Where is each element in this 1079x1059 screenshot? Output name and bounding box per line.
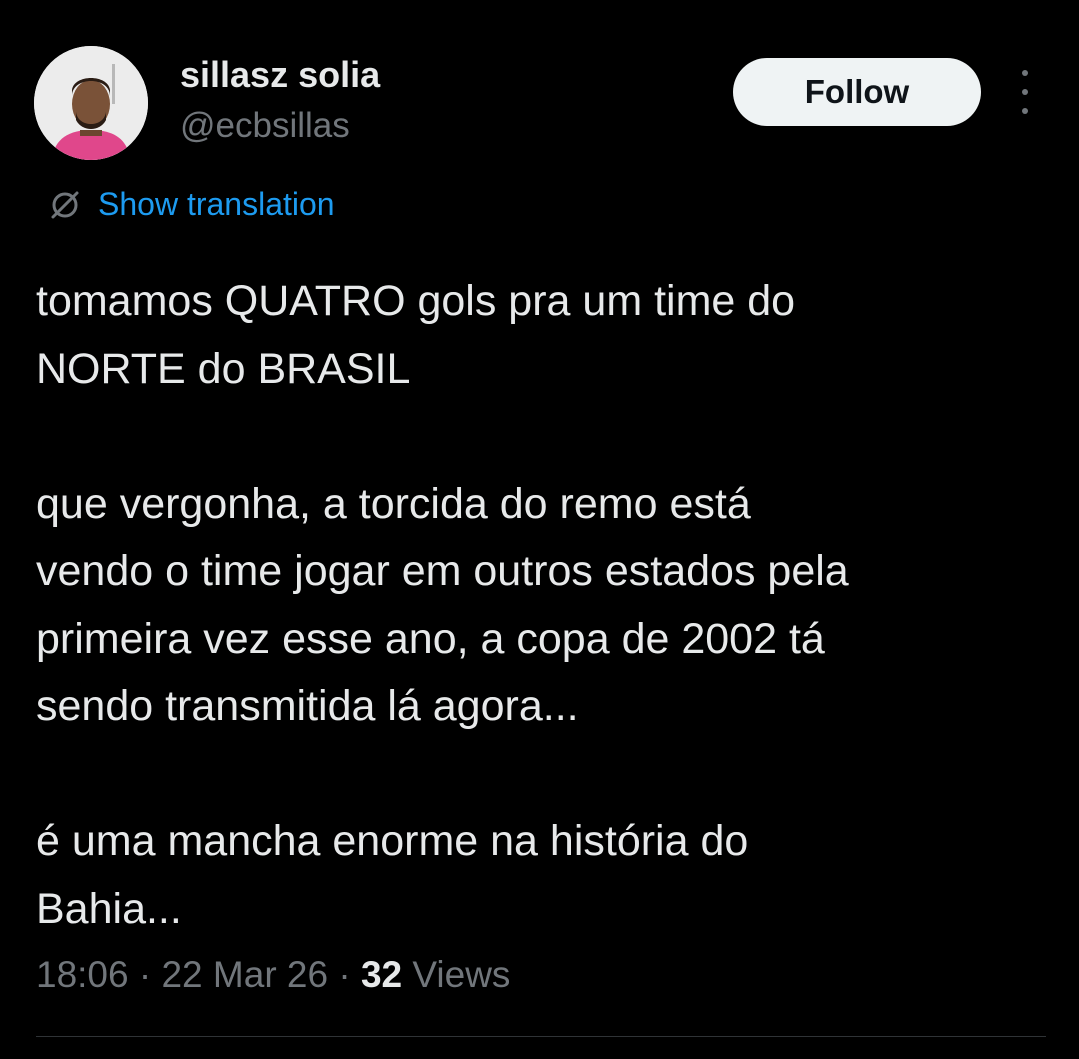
more-vertical-icon[interactable] <box>1010 70 1040 114</box>
author-display-name[interactable]: sillasz solia <box>180 54 380 96</box>
author-handle[interactable]: @ecbsillas <box>180 106 350 146</box>
avatar-photo <box>34 46 148 160</box>
tweet-text: tomamos QUATRO gols pra um time do NORTE… <box>36 268 1046 943</box>
tweet-date[interactable]: 22 Mar 26 <box>161 954 328 995</box>
avatar[interactable] <box>34 46 148 160</box>
globe-icon <box>48 188 82 222</box>
tweet-time[interactable]: 18:06 <box>36 954 129 995</box>
views-count: 32 <box>360 954 403 995</box>
show-translation-label: Show translation <box>98 186 335 222</box>
show-translation-link[interactable]: Show translation <box>48 186 335 223</box>
meta-separator: · <box>128 954 162 995</box>
views-label: Views <box>412 954 511 995</box>
divider <box>36 1036 1046 1037</box>
meta-separator: · <box>328 954 361 995</box>
more-dot <box>1022 89 1028 95</box>
tweet-paragraph: que vergonha, a torcida do remo está ven… <box>36 479 849 731</box>
tweet-paragraph: é uma mancha enorme na história do Bahia… <box>36 817 749 933</box>
tweet-paragraph: tomamos QUATRO gols pra um time do NORTE… <box>36 277 796 393</box>
more-dot <box>1022 108 1028 114</box>
more-dot <box>1022 70 1028 76</box>
tweet-meta: 18:06 · 22 Mar 26 · 32 Views <box>36 954 510 996</box>
follow-button[interactable]: Follow <box>733 58 981 126</box>
